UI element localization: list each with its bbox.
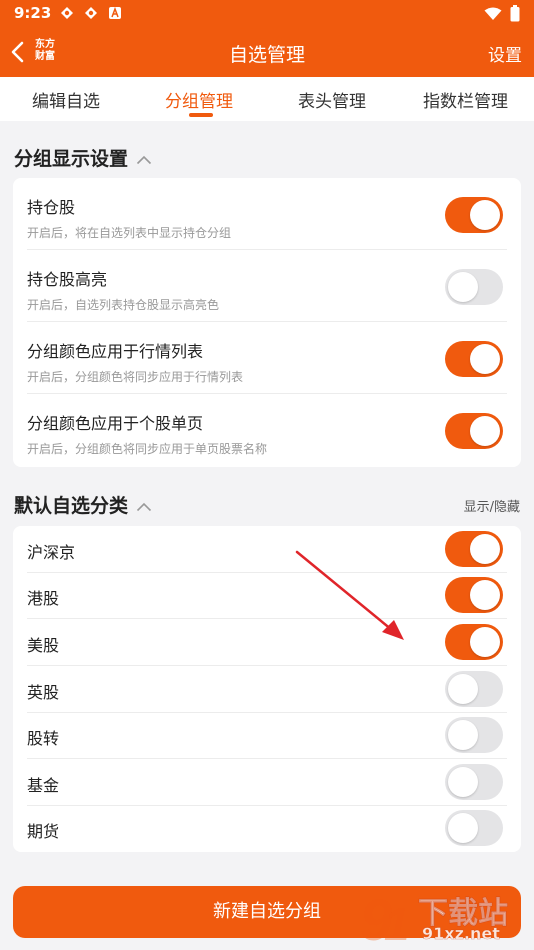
page-title: 自选管理 [228,44,305,66]
category-name: 股转 [27,729,60,748]
toggle-knob [470,534,500,564]
category-toggle-uk-stocks[interactable] [445,671,503,707]
toggle-knob [448,767,478,797]
tab-bar: 编辑自选 分组管理 表头管理 指数栏管理 [0,77,534,121]
wifi-icon [484,7,502,20]
notification-icon [61,7,73,19]
chevron-up-icon [136,155,152,164]
settings-button[interactable]: 设置 [488,41,522,66]
tab-group-management[interactable]: 分组管理 [165,87,233,112]
setting-title: 持仓股 [27,198,76,217]
list-item: 分组颜色应用于个股单页 开启后，分组颜色将同步应用于单页股票名称 [13,394,521,467]
category-toggle-us-stocks[interactable] [445,624,503,660]
category-name: 美股 [27,636,60,655]
setting-description: 开启后，分组颜色将同步应用于行情列表 [27,370,244,384]
setting-title: 持仓股高亮 [27,270,108,289]
app-notification-icon [109,6,121,19]
battery-icon [510,5,520,22]
category-toggle-stock-transfer[interactable] [445,717,503,753]
default-categories-card: 沪深京 港股 美股 英股 股转 基金 期货 [13,526,521,852]
tab-index-bar-management[interactable]: 指数栏管理 [423,87,508,112]
show-hide-label: 显示/隐藏 [463,500,520,515]
category-toggle-funds[interactable] [445,764,503,800]
section-header-default-categories[interactable]: 默认自选分类 [14,491,152,518]
list-item: 基金 [13,759,521,806]
list-item: 沪深京 [13,526,521,573]
category-toggle-hushenjing[interactable] [445,531,503,567]
toggle-knob [470,416,500,446]
list-item: 英股 [13,666,521,713]
holdings-toggle[interactable] [445,197,503,233]
back-arrow-icon[interactable] [8,40,30,64]
status-time: 9:23 [14,4,52,22]
holdings-highlight-toggle[interactable] [445,269,503,305]
active-tab-indicator [189,113,213,117]
category-toggle-hk-stocks[interactable] [445,577,503,613]
setting-description: 开启后，分组颜色将同步应用于单页股票名称 [27,442,268,456]
notification-icon [85,7,97,19]
category-name: 沪深京 [27,543,76,562]
category-name: 基金 [27,776,60,795]
tab-header-management[interactable]: 表头管理 [298,87,366,112]
brand-logo: 东方 财富 [35,39,55,62]
group-color-quote-list-toggle[interactable] [445,341,503,377]
tab-edit-watchlist[interactable]: 编辑自选 [32,87,100,112]
toggle-knob [470,344,500,374]
toggle-knob [470,200,500,230]
group-color-stock-page-toggle[interactable] [445,413,503,449]
list-item: 期货 [13,806,521,852]
toggle-knob [448,272,478,302]
list-item: 持仓股 开启后，将在自选列表中显示持仓分组 [13,178,521,250]
new-group-button[interactable]: 新建自选分组 [13,886,521,938]
setting-description: 开启后，将在自选列表中显示持仓分组 [27,226,232,240]
setting-title: 分组颜色应用于行情列表 [27,342,204,361]
list-item: 持仓股高亮 开启后，自选列表持仓股显示高亮色 [13,250,521,322]
category-name: 港股 [27,589,60,608]
list-item: 分组颜色应用于行情列表 开启后，分组颜色将同步应用于行情列表 [13,322,521,394]
toggle-knob [470,580,500,610]
list-item: 股转 [13,713,521,759]
group-display-card: 持仓股 开启后，将在自选列表中显示持仓分组 持仓股高亮 开启后，自选列表持仓股显… [13,178,521,467]
category-name: 英股 [27,683,60,702]
section-header-group-display[interactable]: 分组显示设置 [14,144,152,171]
category-toggle-futures[interactable] [445,810,503,846]
list-item: 港股 [13,573,521,619]
category-name: 期货 [27,822,60,841]
toggle-knob [448,813,478,843]
setting-title: 分组颜色应用于个股单页 [27,414,204,433]
chevron-up-icon [136,502,152,511]
setting-description: 开启后，自选列表持仓股显示高亮色 [27,298,220,312]
status-icons [484,5,520,22]
nav-bar: 东方 财富 自选管理 设置 [0,28,534,77]
toggle-knob [470,627,500,657]
status-bar: 9:23 [0,0,534,28]
list-item: 美股 [13,619,521,666]
toggle-knob [448,720,478,750]
toggle-knob [448,674,478,704]
